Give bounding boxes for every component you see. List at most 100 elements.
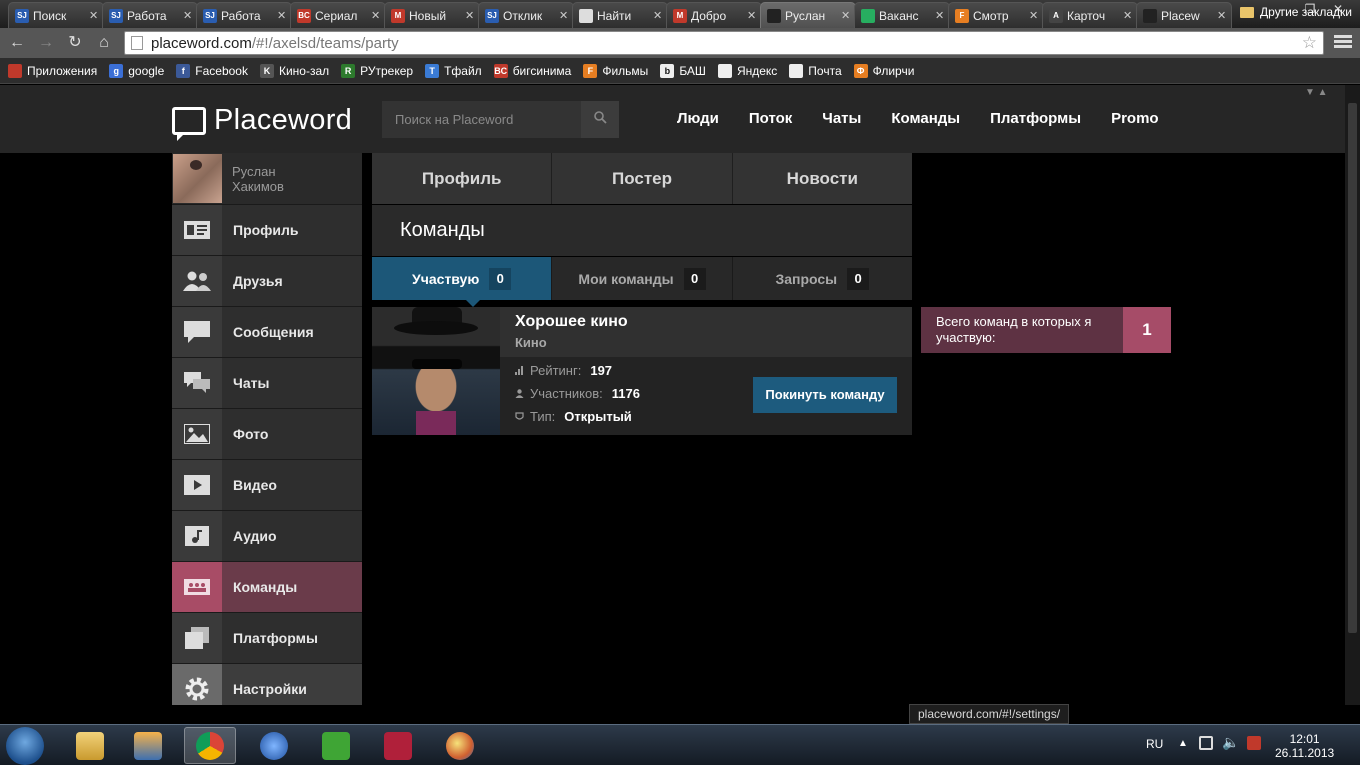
- bookmark-item[interactable]: R РУтрекер: [341, 63, 413, 78]
- bookmark-item[interactable]: f Facebook: [176, 63, 248, 78]
- nav-link[interactable]: Команды: [891, 110, 960, 127]
- sidebar-item[interactable]: Друзья: [172, 255, 362, 306]
- bookmark-item[interactable]: Приложения: [8, 63, 97, 78]
- bookmark-item[interactable]: Яндекс: [717, 63, 777, 78]
- tab-close-icon[interactable]: ✕: [935, 9, 945, 22]
- bookmark-icon: BC: [493, 63, 508, 78]
- tab-label: Поиск: [33, 8, 67, 23]
- user-profile-link[interactable]: Руслан Хакимов: [172, 153, 362, 204]
- nav-link[interactable]: Люди: [677, 110, 719, 127]
- browser-tab[interactable]: M Новый ✕: [384, 2, 480, 28]
- profile-tab[interactable]: Постер: [552, 153, 733, 204]
- browser-tab[interactable]: Найти ✕: [572, 2, 668, 28]
- browser-tab[interactable]: M Добро ✕: [666, 2, 762, 28]
- tab-close-icon[interactable]: ✕: [183, 9, 193, 22]
- bookmark-item[interactable]: b БАШ: [660, 63, 706, 78]
- browser-tab[interactable]: SJ Поиск ✕: [8, 2, 104, 28]
- sidebar-item[interactable]: Фото: [172, 408, 362, 459]
- browser-tab[interactable]: SJ Работа ✕: [196, 2, 292, 28]
- tab-close-icon[interactable]: ✕: [277, 9, 287, 22]
- language-indicator[interactable]: RU: [1146, 737, 1163, 751]
- tab-close-icon[interactable]: ✕: [1123, 9, 1133, 22]
- bookmark-item[interactable]: BC бигсинима: [493, 63, 571, 78]
- profile-tab[interactable]: Профиль: [372, 153, 553, 204]
- avatar: [173, 154, 222, 203]
- tab-close-icon[interactable]: ✕: [747, 9, 757, 22]
- teams-summary: Всего команд в которых я участвую: 1: [921, 307, 1171, 353]
- system-clock[interactable]: 12:01 26.11.2013: [1275, 732, 1334, 760]
- teams-subtab[interactable]: Мои команды 0: [552, 257, 733, 300]
- nav-link[interactable]: Платформы: [990, 110, 1081, 127]
- tab-close-icon[interactable]: ✕: [653, 9, 663, 22]
- action-center-icon[interactable]: [1247, 736, 1261, 750]
- browser-tab[interactable]: Placew ✕: [1136, 2, 1232, 28]
- scrollbar-thumb[interactable]: [1348, 103, 1357, 633]
- browser-tab[interactable]: Руслан ✕: [760, 2, 856, 28]
- bookmark-item[interactable]: T Тфайл: [425, 63, 482, 78]
- sidebar-item[interactable]: Видео: [172, 459, 362, 510]
- forward-arrow-icon[interactable]: →: [35, 32, 57, 54]
- taskbar-explorer[interactable]: [64, 727, 116, 764]
- nav-link[interactable]: Promo: [1111, 110, 1159, 127]
- tray-expand-icon[interactable]: ▲: [1178, 738, 1188, 749]
- nav-link[interactable]: Чаты: [822, 110, 861, 127]
- site-logo[interactable]: Placeword: [172, 104, 352, 141]
- tab-close-icon[interactable]: ✕: [559, 9, 569, 22]
- sidebar-item[interactable]: Настройки: [172, 663, 362, 705]
- address-bar[interactable]: placeword.com/#!/axelsd/teams/party ☆: [124, 31, 1324, 55]
- back-arrow-icon[interactable]: ←: [6, 32, 28, 54]
- tab-close-icon[interactable]: ✕: [1029, 9, 1039, 22]
- team-title[interactable]: Хорошее кино: [515, 313, 628, 331]
- bookmark-item[interactable]: g google: [109, 63, 164, 78]
- tab-close-icon[interactable]: ✕: [371, 9, 381, 22]
- section-title: Команды: [372, 205, 912, 256]
- team-poster-image[interactable]: [372, 307, 500, 435]
- tab-close-icon[interactable]: ✕: [841, 9, 851, 22]
- bookmark-item[interactable]: F Фильмы: [583, 63, 648, 78]
- browser-tab[interactable]: SJ Отклик ✕: [478, 2, 574, 28]
- sidebar-item[interactable]: Сообщения: [172, 306, 362, 357]
- page-scrollbar[interactable]: [1345, 85, 1360, 705]
- team-card: Хорошее кино Кино Рейтинг: 197 Участников…: [372, 307, 912, 435]
- reload-icon[interactable]: ↻: [64, 32, 86, 54]
- nav-link[interactable]: Поток: [749, 110, 792, 127]
- sidebar-item[interactable]: Платформы: [172, 612, 362, 663]
- bookmark-item[interactable]: K Кино-зал: [259, 63, 329, 78]
- tab-close-icon[interactable]: ✕: [89, 9, 99, 22]
- browser-tab[interactable]: BC Сериал ✕: [290, 2, 386, 28]
- taskbar-download-master[interactable]: [372, 727, 424, 764]
- bookmark-item[interactable]: Почта: [789, 63, 842, 78]
- page-scroll-arrows-icon[interactable]: ▼ ▲: [1305, 87, 1328, 98]
- taskbar-media-player[interactable]: [122, 727, 174, 764]
- sidebar-item[interactable]: Чаты: [172, 357, 362, 408]
- taskbar-chrome[interactable]: [184, 727, 236, 764]
- bookmark-item[interactable]: Ф Флирчи: [853, 63, 914, 78]
- tab-close-icon[interactable]: ✕: [465, 9, 475, 22]
- windows-start-icon[interactable]: [6, 727, 44, 765]
- sidebar-item[interactable]: Команды: [172, 561, 362, 612]
- search-icon[interactable]: [581, 101, 619, 138]
- search-input[interactable]: [382, 101, 581, 138]
- sidebar-item[interactable]: Аудио: [172, 510, 362, 561]
- taskbar-lightning-app[interactable]: [248, 727, 300, 764]
- browser-tab[interactable]: SJ Работа ✕: [102, 2, 198, 28]
- chrome-icon: [196, 731, 224, 760]
- tab-close-icon[interactable]: ✕: [1217, 9, 1227, 22]
- browser-menu-icon[interactable]: [1334, 33, 1352, 51]
- network-icon[interactable]: [1199, 736, 1213, 750]
- sidebar-item[interactable]: Профиль: [172, 204, 362, 255]
- sidebar-item-label: Сообщения: [233, 324, 314, 340]
- home-icon[interactable]: ⌂: [93, 32, 115, 54]
- taskbar-utorrent[interactable]: [310, 727, 362, 764]
- taskbar-paint[interactable]: [434, 727, 486, 764]
- volume-icon[interactable]: 🔈: [1222, 734, 1239, 751]
- other-bookmarks[interactable]: Другие закладки: [1240, 5, 1352, 19]
- browser-tab[interactable]: Ваканс ✕: [854, 2, 950, 28]
- bookmark-star-icon[interactable]: ☆: [1302, 33, 1317, 53]
- teams-subtab[interactable]: Участвую 0: [372, 257, 553, 307]
- browser-tab[interactable]: A Карточ ✕: [1042, 2, 1138, 28]
- browser-tab[interactable]: F Смотр ✕: [948, 2, 1044, 28]
- leave-team-button[interactable]: Покинуть команду: [753, 377, 897, 413]
- profile-tab[interactable]: Новости: [732, 153, 912, 204]
- teams-subtab[interactable]: Запросы 0: [732, 257, 912, 300]
